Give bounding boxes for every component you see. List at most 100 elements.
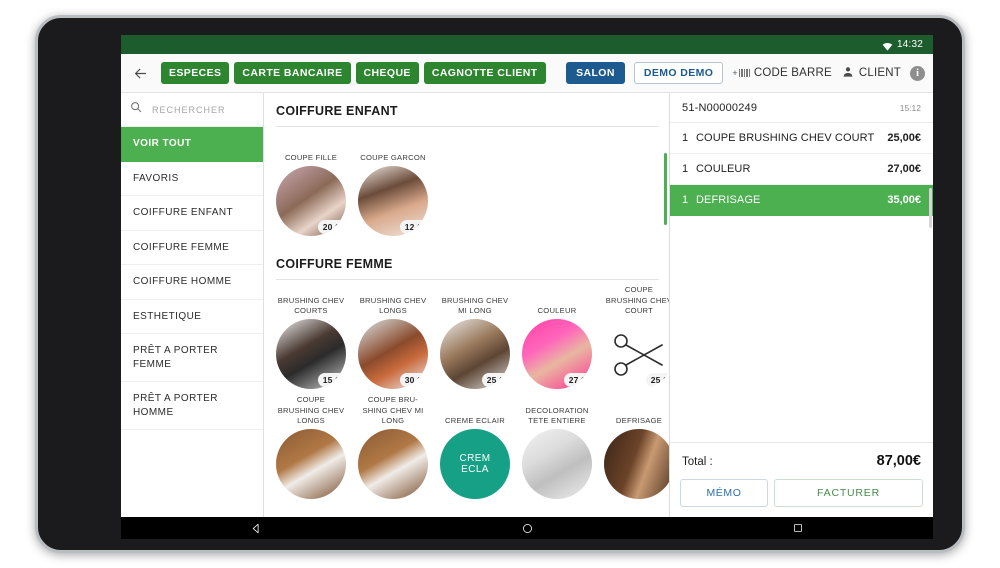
android-home-icon[interactable] [521, 522, 534, 535]
product-price: 25,00 [481, 373, 510, 387]
product-card-coupe-brushing-chev-longs[interactable]: COUPE BRUSHING CHEV LONGS [276, 395, 346, 499]
product-price: 15,00 [317, 373, 346, 387]
creme-eclair-badge-line1: CREM [459, 452, 491, 464]
product-card-brushing-chev-mi-long[interactable]: BRUSHING CHEV MI LONG 25,00 [440, 289, 510, 389]
product-thumbnail: 12,00 [358, 166, 428, 236]
line-qty: 1 [682, 132, 689, 144]
receipt-scrollbar[interactable] [929, 188, 932, 228]
code-barre-label: CODE BARRE [753, 67, 832, 79]
memo-button[interactable]: MÉMO [680, 479, 768, 507]
product-label: CREME ECLAIR [445, 415, 505, 425]
demo-user-button[interactable]: DEMO DEMO [633, 62, 724, 84]
line-name: COUPE BRUSHING CHEV COURT [696, 132, 875, 144]
tablet-device-frame: 14:32 ESPECES CARTE BANCAIRE CHEQUE CAGN… [35, 15, 965, 553]
product-card-brushing-chev-courts[interactable]: BRUSHING CHEV COURTS 15,00 [276, 289, 346, 389]
sidebar-item-pret-a-porter-homme[interactable]: PRÊT A PORTER HOMME [121, 382, 263, 430]
sidebar-item-voir-tout[interactable]: VOIR TOUT [121, 127, 263, 162]
product-card-coupe-fille[interactable]: COUPE FILLE 20,00 [276, 136, 346, 236]
product-card-coupe-brushing-chev-court[interactable]: COUPE BRUSHING CHEV COURT 25,00 [604, 285, 669, 389]
product-thumbnail: 15,00 [276, 319, 346, 389]
product-label: COULEUR [537, 305, 577, 315]
product-card-defrisage[interactable]: DEFRISAGE [604, 399, 669, 499]
receipt-header: 51-N00000249 15:12 [670, 93, 933, 123]
tablet-screen: 14:32 ESPECES CARTE BANCAIRE CHEQUE CAGN… [121, 35, 933, 539]
section-title-coiffure-enfant: COIFFURE ENFANT [276, 93, 659, 127]
product-label: COUPE BRU-SHING CHEV MI LONG [362, 395, 424, 425]
wifi-icon [882, 39, 893, 51]
barcode-icon: + [732, 68, 750, 78]
payment-button-cheque[interactable]: CHEQUE [355, 62, 419, 84]
product-thumbnail [522, 429, 592, 499]
product-card-coupe-brushing-chev-mi-long[interactable]: COUPE BRU-SHING CHEV MI LONG [358, 395, 428, 499]
product-grid-enfant: COUPE FILLE 20,00 COUPE GARCON 12,00 [276, 136, 659, 236]
payment-method-buttons: ESPECES CARTE BANCAIRE CHEQUE CAGNOTTE C… [161, 62, 546, 84]
product-label: BRUSHING CHEV COURTS [277, 295, 345, 315]
main-content: VOIR TOUT FAVORIS COIFFURE ENFANT COIFFU… [121, 93, 933, 517]
product-thumbnail [604, 429, 669, 499]
status-bar-clock: 14:32 [896, 39, 923, 50]
product-label: COUPE GARCON [360, 152, 426, 162]
product-price: 30,00 [399, 373, 428, 387]
sidebar-item-coiffure-enfant[interactable]: COIFFURE ENFANT [121, 196, 263, 231]
product-grid-femme-row2: COUPE BRUSHING CHEV LONGS COUPE BRU-SHIN… [276, 395, 669, 499]
search-input[interactable] [152, 104, 255, 115]
total-row: Total : 87,00€ [670, 442, 933, 479]
line-name: COULEUR [696, 163, 751, 175]
product-label: DECOLORATION TETE ENTIERE [525, 405, 589, 425]
product-thumbnail: 25,00 [440, 319, 510, 389]
category-sidebar: VOIR TOUT FAVORIS COIFFURE ENFANT COIFFU… [121, 93, 264, 517]
payment-button-carte-bancaire[interactable]: CARTE BANCAIRE [234, 62, 351, 84]
android-nav-bar [121, 517, 933, 539]
search-icon [129, 100, 143, 119]
product-scrollbar[interactable] [664, 153, 667, 225]
receipt-lines: 1 COUPE BRUSHING CHEV COURT 25,00€ 1 COU… [670, 123, 933, 442]
line-amount: 35,00€ [887, 194, 921, 206]
product-card-coupe-garcon[interactable]: COUPE GARCON 12,00 [358, 136, 428, 236]
person-icon [841, 65, 855, 82]
total-label: Total : [682, 456, 713, 468]
product-thumbnail [358, 429, 428, 499]
code-barre-button[interactable]: + CODE BARRE [732, 67, 832, 79]
salon-button[interactable]: SALON [566, 62, 625, 84]
sidebar-item-pret-a-porter-femme[interactable]: PRÊT A PORTER FEMME [121, 334, 263, 382]
order-time: 15:12 [899, 103, 921, 113]
android-back-icon[interactable] [250, 522, 263, 535]
client-label: CLIENT [858, 67, 901, 79]
sidebar-item-favoris[interactable]: FAVORIS [121, 162, 263, 196]
product-label: COUPE BRUSHING CHEV LONGS [277, 395, 345, 425]
receipt-row[interactable]: 1 COULEUR 27,00€ [670, 154, 933, 185]
app-toolbar: ESPECES CARTE BANCAIRE CHEQUE CAGNOTTE C… [121, 54, 933, 93]
product-label: DEFRISAGE [615, 415, 663, 425]
receipt-row[interactable]: 1 COUPE BRUSHING CHEV COURT 25,00€ [670, 123, 933, 154]
payment-button-especes[interactable]: ESPECES [161, 62, 230, 84]
search-row [121, 93, 263, 127]
product-catalog: COIFFURE ENFANT COUPE FILLE 20,00 COUPE … [264, 93, 669, 517]
product-thumbnail [276, 429, 346, 499]
product-label: COUPE FILLE [284, 152, 338, 162]
payment-button-cagnotte-client[interactable]: CAGNOTTE CLIENT [423, 62, 546, 84]
product-price: 12,00 [399, 220, 428, 234]
section-title-coiffure-femme: COIFFURE FEMME [276, 246, 659, 280]
order-id: 51-N00000249 [682, 102, 758, 114]
sidebar-item-coiffure-femme[interactable]: COIFFURE FEMME [121, 231, 263, 265]
client-button[interactable]: CLIENT [841, 65, 901, 82]
product-card-brushing-chev-longs[interactable]: BRUSHING CHEV LONGS 30,00 [358, 289, 428, 389]
product-card-creme-eclair[interactable]: CREME ECLAIR CREM ECLA [440, 399, 510, 499]
product-thumbnail: 25,00 [604, 319, 669, 389]
receipt-row-selected[interactable]: 1 DEFRISAGE 35,00€ [670, 185, 933, 216]
receipt-actions: MÉMO FACTURER [670, 479, 933, 517]
product-card-couleur[interactable]: COULEUR 27,00 [522, 289, 592, 389]
product-label: BRUSHING CHEV LONGS [359, 295, 427, 315]
line-qty: 1 [682, 163, 689, 175]
product-card-decoloration-tete-entiere[interactable]: DECOLORATION TETE ENTIERE [522, 399, 592, 499]
product-thumbnail: 30,00 [358, 319, 428, 389]
sidebar-item-coiffure-homme[interactable]: COIFFURE HOMME [121, 265, 263, 300]
facturer-button[interactable]: FACTURER [774, 479, 923, 507]
info-icon[interactable]: i [910, 65, 925, 81]
android-recents-icon[interactable] [792, 522, 804, 534]
sidebar-item-esthetique[interactable]: ESTHETIQUE [121, 300, 263, 334]
product-thumbnail: CREM ECLA [440, 429, 510, 499]
line-amount: 25,00€ [887, 132, 921, 144]
back-arrow-icon[interactable] [127, 60, 153, 86]
product-label: COUPE BRUSHING CHEV COURT [605, 285, 669, 315]
